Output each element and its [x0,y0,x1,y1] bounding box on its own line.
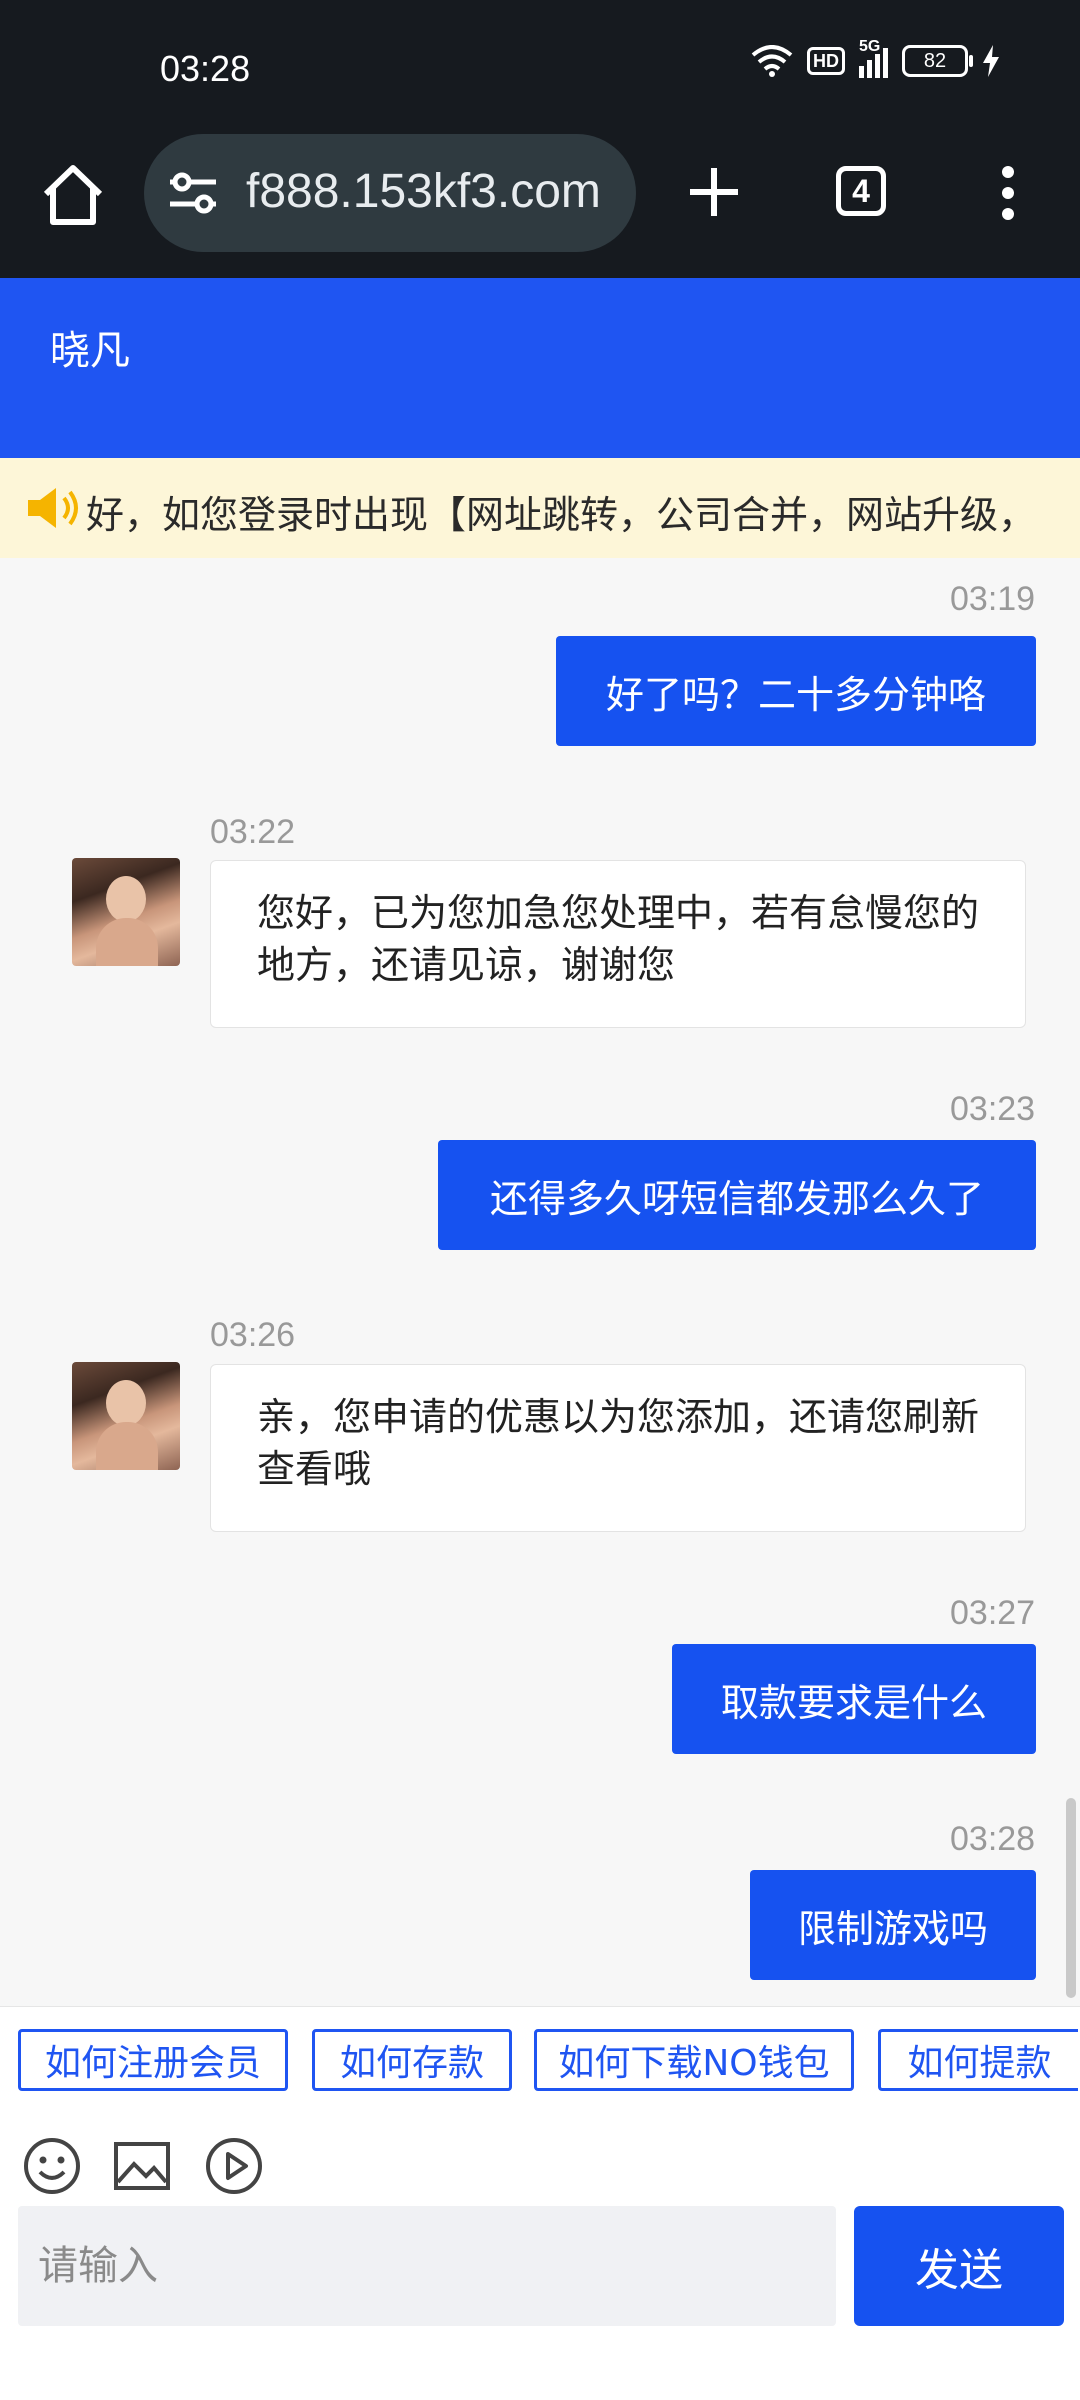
outgoing-message: 好了吗？二十多分钟咯 [556,636,1036,746]
tool-bar [0,2116,1080,2206]
browser-chrome: 03:28 HD 5G 82 f888.153kf3.com 4 [0,0,1080,278]
agent-avatar [72,858,180,966]
incoming-message: 您好，已为您加急您处理中，若有怠慢您的地方，还请见谅，谢谢您 [210,860,1026,1028]
play-icon[interactable] [204,2136,264,2196]
incoming-message: 亲，您申请的优惠以为您添加，还请您刷新查看哦 [210,1364,1026,1532]
status-icons: HD 5G 82 [751,38,1000,78]
message-timestamp: 03:26 [210,1316,296,1354]
send-button[interactable]: 发送 [854,2206,1064,2326]
quick-reply-register[interactable]: 如何注册会员 [18,2029,288,2091]
plus-icon[interactable] [686,164,742,220]
tabs-icon[interactable]: 4 [836,166,886,216]
input-area: 发送 [0,2206,1080,2400]
message-list[interactable]: 03:19 好了吗？二十多分钟咯 03:22 您好，已为您加急您处理中，若有怠慢… [0,558,1080,2006]
message-timestamp: 03:19 [950,580,1036,618]
notice-text: 好，如您登录时出现【网址跳转，公司合并，网站升级， [86,493,1037,537]
charging-icon [983,45,999,77]
emoji-icon[interactable] [22,2136,82,2196]
message-timestamp: 03:22 [210,813,296,851]
scrollbar[interactable] [1066,1798,1076,1998]
quick-reply-wallet[interactable]: 如何下载NO钱包 [534,2029,854,2091]
agent-avatar [72,1362,180,1470]
outgoing-message: 还得多久呀短信都发那么久了 [438,1140,1036,1250]
hd-badge: HD [807,47,845,75]
quick-replies: 如何注册会员 如何存款 如何下载NO钱包 如何提款 [0,2006,1080,2117]
url-text[interactable]: f888.153kf3.com [246,164,601,219]
outgoing-message: 取款要求是什么 [672,1644,1036,1754]
more-vert-icon[interactable] [994,166,1022,220]
home-icon[interactable] [38,160,108,230]
message-input[interactable] [18,2206,836,2326]
message-timestamp: 03:27 [950,1594,1036,1632]
signal-icon: 5G [859,38,888,78]
url-bar[interactable]: f888.153kf3.com [144,134,636,252]
message-timestamp: 03:28 [950,1820,1036,1858]
quick-reply-deposit[interactable]: 如何存款 [312,2029,512,2091]
agent-name: 晓凡 [50,328,130,374]
quick-reply-withdraw[interactable]: 如何提款 [878,2029,1078,2091]
image-icon[interactable] [112,2136,172,2196]
wifi-icon [751,45,793,77]
battery-indicator: 82 [902,45,973,77]
outgoing-message: 限制游戏吗 [750,1870,1036,1980]
chat-header: 晓凡 [0,278,1080,458]
speaker-icon [28,488,78,528]
status-time: 03:28 [160,48,251,89]
network-type: 5G [859,38,881,55]
message-timestamp: 03:23 [950,1090,1036,1128]
site-settings-icon[interactable] [168,172,218,214]
notice-bar: 好，如您登录时出现【网址跳转，公司合并，网站升级， [0,458,1080,558]
